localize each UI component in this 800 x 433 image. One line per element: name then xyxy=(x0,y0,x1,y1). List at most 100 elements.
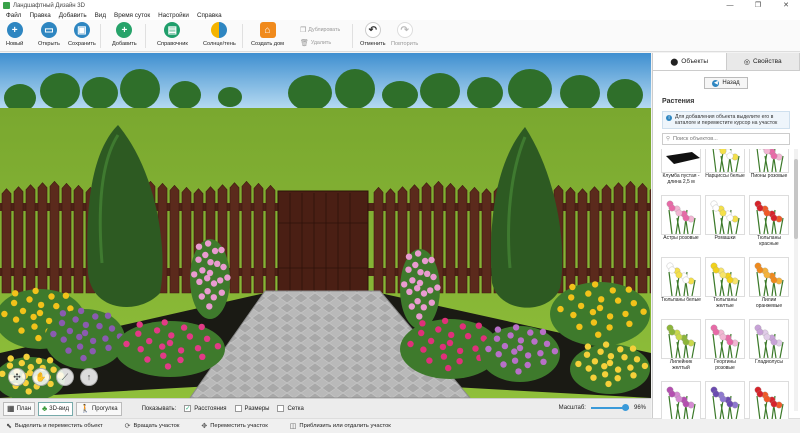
orbit-icon[interactable]: ✣ xyxy=(8,368,26,386)
flower xyxy=(621,354,628,361)
minimize-button[interactable]: — xyxy=(716,0,744,11)
grid-label: Сетка xyxy=(287,405,304,412)
catalog-item[interactable]: Тюльпаны белые xyxy=(661,257,701,315)
toolbar-separator xyxy=(242,24,243,48)
flower xyxy=(159,343,166,350)
catalog-item[interactable]: Лилейник желтый xyxy=(661,319,701,377)
flower xyxy=(641,362,649,370)
menu-edit[interactable]: Правка xyxy=(29,12,50,19)
zoom-slider-handle[interactable] xyxy=(621,404,629,411)
flower xyxy=(614,366,622,373)
distances-checkbox[interactable]: ✓ xyxy=(184,405,192,412)
properties-icon: ◎ xyxy=(743,58,751,66)
catalog-button[interactable]: ▤ Справочник xyxy=(157,22,188,47)
back-arrow-icon: ◀ xyxy=(712,79,720,87)
flower xyxy=(37,301,45,309)
flower xyxy=(76,333,83,341)
flower xyxy=(198,323,205,331)
flower xyxy=(575,360,582,368)
walk-view-button[interactable]: 🚶 Прогулка xyxy=(76,401,122,416)
flower xyxy=(144,356,151,363)
catalog-item-label: Лилейник желтый xyxy=(669,359,693,371)
duplicate-button[interactable]: ❐ Дублировать xyxy=(300,26,340,34)
tab-properties[interactable]: ◎ Свойства xyxy=(726,53,800,70)
catalog-item[interactable]: Гладиолусы xyxy=(749,319,789,377)
maximize-button[interactable]: ❐ xyxy=(744,0,772,11)
add-button[interactable]: + Добавить xyxy=(112,22,137,47)
grid-checkbox[interactable] xyxy=(277,405,285,412)
catalog-item[interactable]: Флоксы розовые xyxy=(661,381,701,419)
sun-icon xyxy=(211,22,228,38)
status-zoom: ◫ Приблизить или отдалить участок xyxy=(290,422,391,430)
catalog-item-label: Лилии оранжевые xyxy=(755,297,783,309)
info-icon[interactable]: ↑ xyxy=(80,368,98,386)
hand-icon[interactable]: ✋ xyxy=(32,368,50,386)
catalog-item[interactable]: Тюльпаны красные xyxy=(749,195,789,253)
catalog-item[interactable]: Ромашки xyxy=(705,195,745,253)
toolbar-separator xyxy=(100,24,101,48)
open-button[interactable]: ▭ Открыть xyxy=(38,22,60,47)
catalog-item[interactable]: Бархатцы xyxy=(749,381,789,419)
flower xyxy=(609,287,616,294)
flower xyxy=(531,338,538,345)
catalog-item[interactable]: Георгины розовые xyxy=(705,319,745,377)
menu-view[interactable]: Вид xyxy=(95,12,106,19)
catalog-item[interactable]: Лилии оранжевые xyxy=(749,257,789,315)
catalog-item[interactable]: Ирисы фиолетовые xyxy=(705,381,745,419)
menu-help[interactable]: Справка xyxy=(197,12,222,19)
plan-view-button[interactable]: ▦ План xyxy=(3,401,36,416)
menu-file[interactable]: Файл xyxy=(6,12,21,19)
flower xyxy=(435,326,442,333)
flower xyxy=(456,347,464,355)
flower xyxy=(10,299,18,307)
flower xyxy=(195,256,202,263)
menu-settings[interactable]: Настройки xyxy=(158,12,189,19)
flower xyxy=(591,358,599,365)
flower xyxy=(137,346,144,353)
flower xyxy=(31,323,38,330)
flower xyxy=(66,327,74,335)
flower xyxy=(81,329,89,337)
new-button[interactable]: + Новый xyxy=(6,22,23,47)
catalog-item[interactable]: Тюльпаны желтые xyxy=(705,257,745,315)
catalog-item[interactable]: Астры розовые xyxy=(661,195,701,253)
tab-objects[interactable]: ⬤ Объекты xyxy=(653,53,727,70)
flower xyxy=(35,334,42,342)
3d-view-button[interactable]: ♣ 3D-вид xyxy=(38,401,73,416)
menu-time-of-day[interactable]: Время суток xyxy=(114,12,150,19)
fence-picket xyxy=(73,184,84,294)
catalog-item-label: Пионы розовые xyxy=(750,173,788,179)
flower xyxy=(601,371,609,378)
back-label: Назад xyxy=(722,80,740,86)
undo-button[interactable]: ↶ Отменить xyxy=(360,22,386,47)
zoom-slider[interactable] xyxy=(590,404,629,411)
flower xyxy=(494,326,502,333)
3d-viewport[interactable] xyxy=(0,53,651,398)
flower xyxy=(427,287,434,294)
flower xyxy=(217,277,224,284)
build-house-button[interactable]: ⌂ Создать дом xyxy=(251,22,284,47)
ruler-icon[interactable]: ⟋ xyxy=(56,368,74,386)
catalog-item[interactable]: Клумба пустая - длина 2,5 м xyxy=(661,149,701,191)
status-bar: ⬉ Выделить и переместить объект ⟳ Вращать … xyxy=(0,418,800,433)
back-button[interactable]: ◀ Назад xyxy=(704,77,748,89)
flower xyxy=(204,240,212,247)
catalog-scrollbar[interactable] xyxy=(794,149,798,411)
save-button[interactable]: ▣ Сохранить xyxy=(68,22,96,47)
scrollbar-thumb[interactable] xyxy=(794,159,798,239)
flower xyxy=(168,332,175,339)
catalog-item[interactable]: Нарциссы белые xyxy=(705,149,745,191)
redo-button[interactable]: ↷ Повторить xyxy=(391,22,418,47)
search-field[interactable]: ⚲ xyxy=(662,133,790,145)
search-input[interactable] xyxy=(673,136,784,142)
sizes-checkbox[interactable] xyxy=(234,405,242,412)
sun-shadow-button[interactable]: Солнце/тень xyxy=(203,22,236,47)
delete-button[interactable]: 🗑 Удалить xyxy=(300,39,331,47)
catalog-item[interactable]: Пионы розовые xyxy=(749,149,789,191)
flower xyxy=(186,333,194,340)
mouse-icon: ◫ xyxy=(289,423,297,430)
flower xyxy=(419,320,426,327)
menu-add[interactable]: Добавить xyxy=(59,12,87,19)
close-button[interactable]: ✕ xyxy=(772,0,800,11)
hint-text: Для добавления объекта выделите его в ка… xyxy=(675,114,778,126)
